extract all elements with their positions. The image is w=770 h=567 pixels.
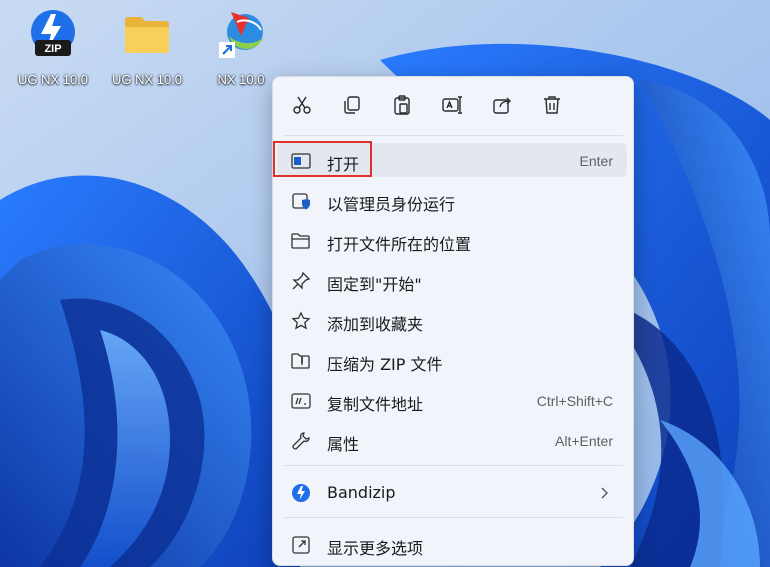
nx-shortcut-icon <box>215 8 267 60</box>
menu-item-run-as-admin[interactable]: 以管理员身份运行 <box>277 183 627 217</box>
menu-divider <box>283 465 623 466</box>
context-menu-toolbar <box>273 77 633 135</box>
pin-icon <box>291 271 311 291</box>
more-options-icon <box>291 535 311 555</box>
shield-icon <box>291 191 311 211</box>
menu-item-label: Bandizip <box>327 483 396 502</box>
menu-item-bandizip[interactable]: Bandizip <box>277 475 627 509</box>
cut-icon[interactable] <box>290 93 314 117</box>
menu-item-properties[interactable]: 属性 Alt+Enter <box>277 423 627 457</box>
desktop-icon-label: NX 10.0 <box>217 72 265 87</box>
chevron-right-icon <box>597 485 611 499</box>
menu-item-label: 以管理员身份运行 <box>327 195 456 214</box>
menu-item-label: 打开文件所在的位置 <box>327 235 472 254</box>
menu-item-pin-to-start[interactable]: 固定到"开始" <box>277 263 627 297</box>
menu-divider <box>283 517 623 518</box>
desktop-icon-label: UG NX 10.0 <box>111 72 183 87</box>
folder-icon <box>121 8 173 60</box>
copy-path-icon <box>291 391 311 411</box>
menu-item-copy-as-path[interactable]: 复制文件地址 Ctrl+Shift+C <box>277 383 627 417</box>
menu-item-shortcut: Alt+Enter <box>555 433 613 449</box>
bandizip-archive-icon: ZIP <box>27 8 79 60</box>
rename-icon[interactable] <box>440 93 464 117</box>
menu-item-shortcut: Ctrl+Shift+C <box>536 393 613 409</box>
menu-item-label: 添加到收藏夹 <box>327 315 424 334</box>
menu-item-compress-zip[interactable]: 压缩为 ZIP 文件 <box>277 343 627 377</box>
menu-item-label: 属性 <box>327 435 360 454</box>
wrench-icon <box>291 431 311 451</box>
menu-item-open-file-location[interactable]: 打开文件所在的位置 <box>277 223 627 257</box>
delete-icon[interactable] <box>540 93 564 117</box>
menu-item-shortcut: Enter <box>579 153 613 169</box>
desktop-icon-label: UG NX 10.0 <box>17 72 89 87</box>
menu-item-label: 显示更多选项 <box>327 539 424 558</box>
menu-divider <box>283 135 623 136</box>
paste-icon[interactable] <box>390 93 414 117</box>
svg-text:ZIP: ZIP <box>44 43 61 55</box>
desktop-icon-ug-archive[interactable]: ZIP UG NX 10.0 <box>8 4 98 92</box>
highlight-annotation-box <box>273 141 372 177</box>
menu-item-label: 复制文件地址 <box>327 395 424 414</box>
menu-item-label: 固定到"开始" <box>327 275 422 294</box>
folder-open-icon <box>291 231 311 251</box>
desktop-icon-ug-folder[interactable]: UG NX 10.0 <box>102 4 192 92</box>
bandizip-icon <box>291 483 311 503</box>
zip-folder-icon <box>291 351 311 371</box>
menu-item-label: 压缩为 ZIP 文件 <box>327 355 443 374</box>
menu-item-show-more-options[interactable]: 显示更多选项 <box>277 527 627 561</box>
copy-icon[interactable] <box>340 93 364 117</box>
share-icon[interactable] <box>490 93 514 117</box>
menu-item-add-to-favorites[interactable]: 添加到收藏夹 <box>277 303 627 337</box>
star-icon <box>291 311 311 331</box>
